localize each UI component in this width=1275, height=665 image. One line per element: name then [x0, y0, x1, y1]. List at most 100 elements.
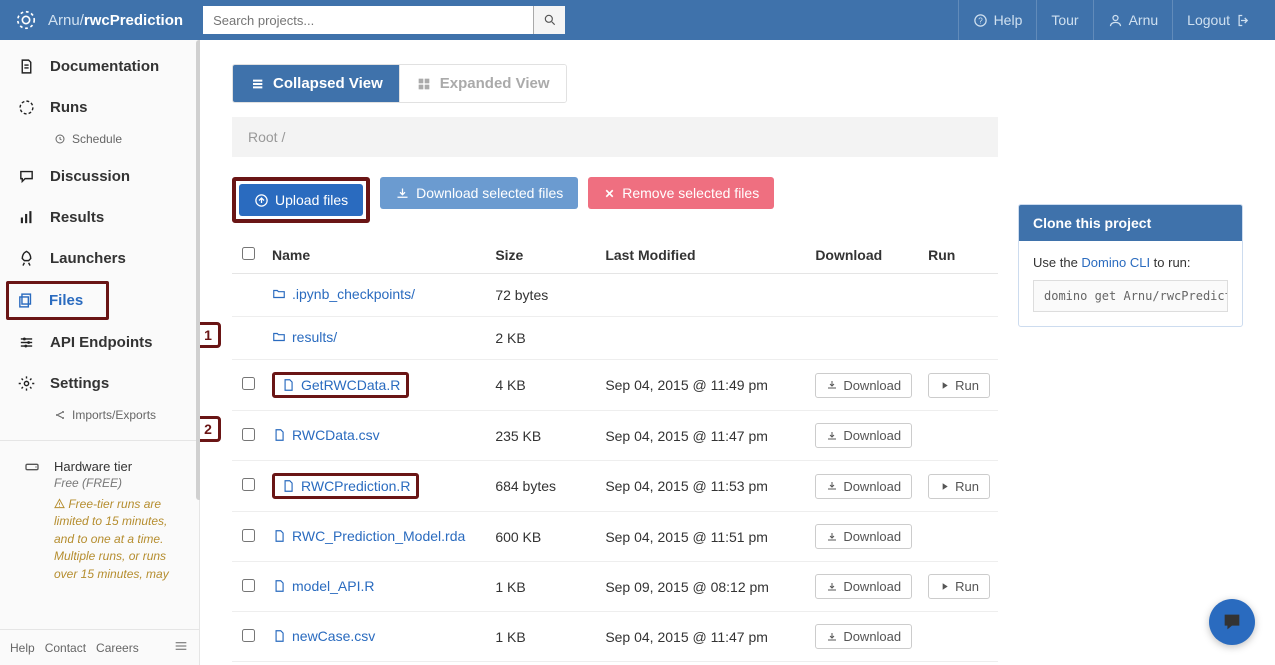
file-link[interactable]: RWCData.csv [272, 427, 380, 443]
footer-careers[interactable]: Careers [96, 641, 139, 655]
nav-user[interactable]: Arnu [1093, 0, 1173, 40]
file-link[interactable]: RWC_Prediction_Model.rda [272, 528, 465, 544]
table-row: GetRWCData.R4 KBSep 04, 2015 @ 11:49 pmD… [232, 360, 998, 411]
sidebar-item-runs[interactable]: Runs [0, 87, 199, 128]
files-icon [17, 292, 41, 309]
download-icon [826, 480, 838, 492]
table-row: newCase.csv 1 KBSep 04, 2015 @ 11:47 pm Do… [232, 612, 998, 662]
row-checkbox[interactable] [242, 529, 255, 542]
download-button[interactable]: Download [815, 474, 912, 499]
file-icon [272, 579, 286, 593]
hamburger-icon[interactable] [173, 638, 189, 657]
sidebar-footer: Help Contact Careers [0, 629, 199, 665]
navbar-right: Help Tour Arnu Logout [958, 0, 1265, 40]
expanded-view-button[interactable]: Expanded View [399, 65, 566, 102]
clone-card: Clone this project Use the Domino CLI to… [1018, 204, 1243, 327]
cell-modified [597, 274, 807, 317]
upload-files-button[interactable]: Upload files [239, 184, 363, 216]
user-icon [1108, 13, 1123, 28]
download-icon [395, 186, 410, 201]
select-all-checkbox[interactable] [242, 247, 255, 260]
sidebar-item-settings[interactable]: Settings [0, 363, 199, 404]
search-input[interactable] [203, 6, 533, 34]
file-link[interactable]: model_API.R [272, 578, 374, 594]
cell-size: 72 bytes [487, 274, 597, 317]
sidebar-item-documentation[interactable]: Documentation [0, 46, 199, 87]
folder-link[interactable]: .ipynb_checkpoints/ [272, 286, 415, 302]
sidebar-item-files[interactable]: Files [6, 281, 109, 320]
cell-modified: Sep 04, 2015 @ 11:47 pm [597, 612, 807, 662]
project-name[interactable]: rwcPrediction [84, 12, 183, 29]
annotation-badge-1: 1 [200, 322, 221, 348]
download-selected-button[interactable]: Download selected files [380, 177, 578, 209]
sidebar-item-results[interactable]: Results [0, 197, 199, 238]
run-button[interactable]: Run [928, 574, 990, 599]
row-checkbox[interactable] [242, 428, 255, 441]
nav-help[interactable]: Help [958, 0, 1037, 40]
row-checkbox[interactable] [242, 377, 255, 390]
sidebar-divider [0, 440, 199, 441]
row-checkbox[interactable] [242, 629, 255, 642]
file-icon [272, 428, 286, 442]
play-icon [939, 481, 950, 492]
table-row: rank.rda94 bytesSep 04, 2015 @ 11:51 pmD… [232, 662, 998, 665]
collapsed-view-button[interactable]: Collapsed View [233, 65, 399, 102]
hardware-tier-warning: Free-tier runs are limited to 15 minutes… [54, 496, 181, 583]
sidebar-item-launchers[interactable]: Launchers [0, 238, 199, 279]
row-checkbox[interactable] [242, 579, 255, 592]
download-button[interactable]: Download [815, 373, 912, 398]
nav-logout[interactable]: Logout [1172, 0, 1265, 40]
footer-help[interactable]: Help [10, 641, 35, 655]
cell-size: 1 KB [487, 612, 597, 662]
download-button[interactable]: Download [815, 574, 912, 599]
sidebar-item-api-endpoints[interactable]: API Endpoints [0, 322, 199, 363]
file-link[interactable]: RWCPrediction.R [281, 478, 410, 494]
table-row: results/2 KB [232, 317, 998, 360]
cell-modified: Sep 04, 2015 @ 11:51 pm [597, 512, 807, 562]
download-button[interactable]: Download [815, 524, 912, 549]
cell-size: 4 KB [487, 360, 597, 411]
domino-cli-link[interactable]: Domino CLI [1081, 255, 1150, 270]
file-link[interactable]: GetRWCData.R [281, 377, 400, 393]
hardware-tier-value: Free (FREE) [54, 476, 181, 490]
file-icon [272, 529, 286, 543]
table-row: RWC_Prediction_Model.rda600 KBSep 04, 20… [232, 512, 998, 562]
download-button[interactable]: Download [815, 624, 912, 649]
col-size: Size [487, 237, 597, 274]
sidebar-item-discussion[interactable]: Discussion [0, 156, 199, 197]
doc-icon [18, 58, 42, 75]
file-icon [281, 378, 295, 392]
file-link[interactable]: newCase.csv [272, 628, 375, 644]
folder-link[interactable]: results/ [272, 329, 337, 345]
breadcrumb[interactable]: Root / [232, 117, 998, 157]
runs-icon [18, 99, 42, 116]
gear-icon [18, 375, 42, 392]
cell-modified: Sep 04, 2015 @ 11:53 pm [597, 461, 807, 512]
file-table: Name Size Last Modified Download Run .ip… [232, 237, 998, 665]
clone-command[interactable]: domino get Arnu/rwcPredicti [1033, 280, 1228, 312]
cell-size: 1 KB [487, 562, 597, 612]
search-button[interactable] [533, 6, 565, 34]
hardware-tier-block: Hardware tier Free (FREE) Free-tier runs… [0, 449, 199, 593]
cell-modified [597, 317, 807, 360]
download-icon [826, 581, 838, 593]
sidebar-sub-imports[interactable]: Imports/Exports [0, 404, 199, 432]
table-row: .ipynb_checkpoints/72 bytes [232, 274, 998, 317]
play-icon [939, 581, 950, 592]
sidebar-sub-schedule[interactable]: Schedule [0, 128, 199, 156]
run-button[interactable]: Run [928, 474, 990, 499]
view-toggle: Collapsed View Expanded View [232, 64, 567, 103]
download-button[interactable]: Download [815, 423, 912, 448]
remove-selected-button[interactable]: Remove selected files [588, 177, 774, 209]
file-icon [272, 629, 286, 643]
run-button[interactable]: Run [928, 373, 990, 398]
help-icon [973, 13, 988, 28]
nav-tour[interactable]: Tour [1036, 0, 1092, 40]
project-owner[interactable]: Arnu/ [48, 12, 84, 29]
help-bubble[interactable] [1209, 599, 1255, 645]
logo-icon[interactable] [14, 8, 38, 32]
footer-contact[interactable]: Contact [45, 641, 86, 655]
clone-text-suffix: to run: [1150, 255, 1190, 270]
hdd-icon [24, 459, 40, 478]
row-checkbox[interactable] [242, 478, 255, 491]
